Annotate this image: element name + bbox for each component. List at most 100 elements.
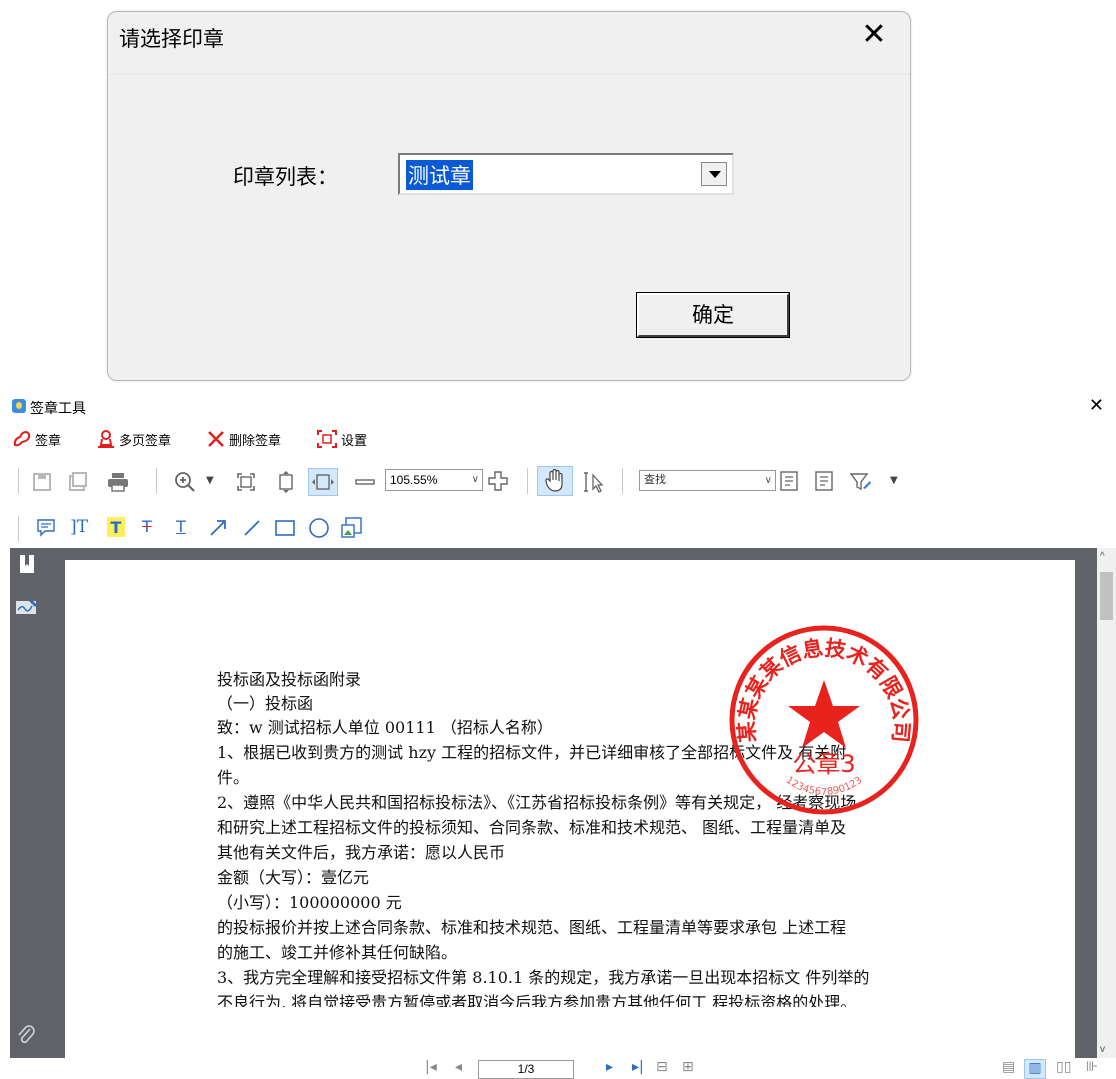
zoom-plus-icon[interactable] — [488, 471, 508, 491]
left-side-panel — [10, 548, 43, 1058]
main-toolbar: ▼ ▼ — [10, 462, 1116, 498]
zoom-dropdown-icon[interactable]: ▼ — [206, 475, 214, 486]
fit-height-icon[interactable] — [276, 471, 296, 493]
next-page-icon[interactable]: ▸ — [606, 1059, 613, 1075]
zoom-in-icon[interactable] — [174, 471, 196, 493]
scroll-down-icon[interactable]: v — [1100, 1044, 1105, 1055]
filter-dropdown-icon[interactable]: ▼ — [890, 475, 898, 486]
actual-size-icon[interactable] — [236, 472, 256, 492]
rectangle-icon[interactable] — [274, 518, 296, 538]
doc-line: 的投标报价并按上述合同条款、标准和技术规范、图纸、工程量清单等要求承包 上述工程 — [217, 918, 847, 937]
toolbar-separator — [527, 468, 528, 494]
save-as-icon[interactable] — [68, 472, 88, 492]
doc-line: 其他有关文件后，我方承诺：愿以人民币 — [217, 843, 506, 862]
window-close-icon[interactable]: ✕ — [1089, 395, 1104, 416]
fit-width-button[interactable] — [308, 468, 338, 496]
find-next-icon[interactable] — [815, 471, 833, 491]
sign-label: 签章 — [35, 433, 62, 449]
chevron-down-icon[interactable]: ∨ — [472, 470, 479, 490]
toolbar-separator — [156, 468, 157, 494]
dialog-title: 请选择印章 — [119, 27, 224, 51]
text-insert-icon[interactable]: ]T — [70, 517, 88, 537]
sign-button[interactable]: 签章 — [12, 428, 61, 450]
two-page-view-icon[interactable]: ▯▯ — [1056, 1059, 1071, 1075]
zoom-value: 105.55% — [390, 473, 438, 487]
attachment-icon[interactable] — [16, 1024, 36, 1048]
seal-code: 1234567890123 — [784, 775, 865, 798]
doc-line: 致：w 测试招标人单位 00111 （招标人名称） — [217, 718, 553, 737]
dialog-body: 印章列表： 测试章 确定 — [108, 74, 910, 380]
settings-frame-icon — [317, 430, 337, 448]
annotation-toolbar: ]T T T T — [10, 514, 1116, 544]
multi-page-sign-button[interactable]: 多页签章 — [96, 428, 171, 450]
seal-star-icon — [788, 680, 860, 748]
sign-menubar: 签章 多页签章 删除签章 设置 — [10, 426, 1116, 452]
settings-label: 设置 — [341, 433, 368, 449]
select-text-icon[interactable] — [583, 471, 607, 493]
last-page-icon[interactable]: ▸| — [632, 1059, 644, 1075]
next-view-icon[interactable]: ⊞ — [682, 1059, 694, 1075]
underline-icon[interactable]: T — [176, 517, 186, 536]
fit-width-icon — [312, 474, 334, 490]
select-seal-dialog: 请选择印章 ✕ 印章列表： 测试章 确定 — [107, 11, 911, 381]
hand-icon — [545, 469, 563, 492]
filter-icon[interactable] — [850, 472, 872, 492]
scrollbar-thumb[interactable] — [1100, 572, 1113, 620]
image-annotation-icon[interactable] — [341, 517, 363, 539]
doc-line: 金额（大写）：壹亿元 — [217, 868, 370, 887]
settings-button[interactable]: 设置 — [316, 428, 367, 450]
doc-line: （一）投标函 — [217, 694, 314, 713]
page-number-input[interactable]: 1/3 — [478, 1060, 574, 1079]
highlight-icon[interactable]: T — [107, 517, 125, 537]
delete-sign-button[interactable]: 删除签章 — [206, 428, 281, 450]
seal-list-dropdown[interactable]: 测试章 — [398, 153, 734, 195]
delete-icon — [208, 431, 224, 447]
multi-stamp-icon — [98, 430, 114, 448]
first-page-icon[interactable]: |◂ — [425, 1059, 437, 1075]
strikeout-icon[interactable]: T — [142, 517, 152, 536]
ellipse-icon[interactable] — [308, 517, 330, 539]
save-icon[interactable] — [32, 472, 52, 492]
find-placeholder: 查找 — [644, 474, 666, 486]
find-combobox[interactable]: 查找 ∨ — [639, 470, 776, 491]
hand-tool-button[interactable] — [537, 466, 573, 496]
window-title: 签章工具 — [30, 401, 86, 417]
doc-line: 3、我方完全理解和接受招标文件第 8.10.1 条的规定，我方承诺一旦出现本招标… — [217, 968, 870, 987]
multi-sign-label: 多页签章 — [119, 433, 172, 449]
close-icon[interactable]: ✕ — [858, 20, 890, 52]
chevron-down-icon[interactable] — [701, 162, 727, 186]
signature-panel-icon[interactable] — [15, 598, 39, 616]
status-bar: |◂ ◂ 1/3 ▸ ▸| ⊟ ⊞ ▤ ▥ ▯▯ ⊪ — [10, 1058, 1116, 1079]
stamp-icon — [13, 430, 31, 447]
previous-view-icon[interactable]: ⊟ — [656, 1059, 668, 1075]
titlebar: 签章工具 ✕ — [10, 392, 1116, 420]
vertical-scrollbar[interactable]: ^ v — [1097, 548, 1116, 1058]
toolbar-separator — [622, 468, 623, 494]
doc-line: （小写）：100000000 元 — [217, 893, 402, 912]
continuous-view-icon[interactable]: ▥ — [1024, 1059, 1046, 1079]
previous-page-icon[interactable]: ◂ — [455, 1059, 462, 1075]
company-seal-stamp: 某某某某信息技术有限公司 公章3 1234567890123 — [729, 625, 919, 815]
single-page-view-icon[interactable]: ▤ — [1002, 1059, 1015, 1075]
comment-icon[interactable] — [36, 518, 56, 538]
toolbar-separator — [18, 468, 19, 494]
ok-button[interactable]: 确定 — [636, 292, 790, 338]
arrow-icon[interactable] — [208, 518, 228, 538]
app-icon — [12, 399, 26, 413]
line-icon[interactable] — [242, 518, 262, 538]
zoom-level-combobox[interactable]: 105.55% ∨ — [385, 469, 483, 491]
scroll-up-icon[interactable]: ^ — [1100, 551, 1105, 562]
print-icon[interactable] — [107, 472, 129, 492]
doc-line: 的施工、竣工并修补其任何缺陷。 — [217, 943, 458, 962]
zoom-out-icon[interactable] — [355, 474, 375, 490]
seal-list-label: 印章列表： — [233, 165, 338, 189]
delete-sign-label: 删除签章 — [229, 433, 282, 449]
seal-name: 公章3 — [792, 750, 855, 778]
bookmark-icon[interactable] — [17, 554, 37, 574]
find-previous-icon[interactable] — [780, 471, 798, 491]
toolbar-separator — [18, 516, 19, 542]
two-page-continuous-icon[interactable]: ⊪ — [1086, 1059, 1098, 1075]
doc-line: 不良行为, 将自觉接受贵方暂停或者取消今后我方参加贵方其他任何工 程投标资格的处… — [217, 993, 857, 1007]
chevron-down-icon[interactable]: ∨ — [765, 471, 772, 490]
doc-heading: 投标函及投标函附录 — [217, 670, 362, 689]
